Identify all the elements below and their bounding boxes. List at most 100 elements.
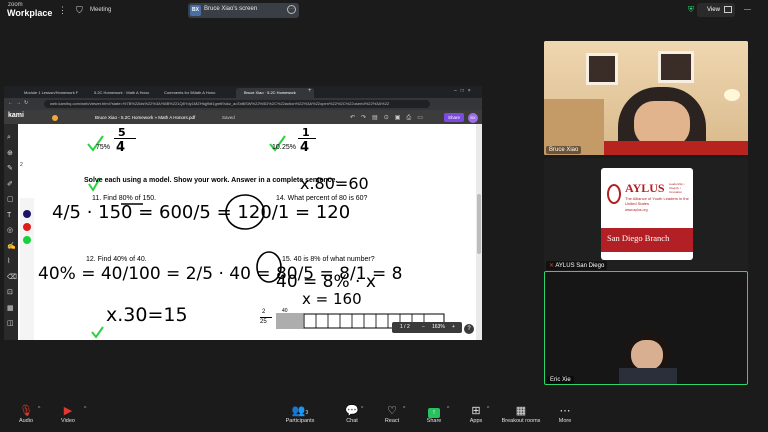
apps-button[interactable]: ⊞ Apps [464,404,488,424]
window-controls-icon[interactable]: –□× [454,88,475,94]
new-tab-icon[interactable]: + [308,88,312,94]
question-11: 11. Find 80% of 150. [92,195,157,202]
minimize-icon[interactable]: — [744,6,751,13]
view-grid-icon [724,6,732,13]
video-button[interactable]: ▶ Video [56,404,80,424]
zoom-level: 163% [432,324,445,330]
scroll-thumb[interactable] [477,194,481,254]
muted-mic-icon: ✕ [549,263,555,269]
url-input[interactable]: web.kamihq.com/web/viewer.html?state=%7B… [44,100,430,108]
apps-icon: ⊞ [471,405,481,417]
window-image [658,51,694,83]
page-indicator: 1 / 2 [400,324,410,330]
hw-q15-line1: 40 = 8% · x [276,272,376,292]
top-left-percent: 75% [96,144,111,151]
tape-diagram-label: 40 [282,308,288,314]
participant-shirt [619,368,677,384]
top-right-percent: 25% [282,144,297,151]
kami-doc-icon [52,115,58,121]
kami-left-toolbar: ⌕ ⊕ ✎ ✐ ▢ T ◎ ✍ ⌇ ⌫ ⊡ ▦ ◫ [4,124,18,340]
torch-icon [607,184,621,204]
kami-breadcrumb: Bruce Xiao - 5.2C Homework » Math A Hono… [95,115,196,120]
chat-icon: 💬 [345,405,359,417]
more-button[interactable]: ⋯ More [554,404,576,424]
fraction-bar [298,138,316,139]
audio-button[interactable]: 🎙 Audio [14,404,38,424]
kami-share-button[interactable]: Share [444,113,464,122]
participant-tile-active[interactable]: Eric Xie [544,271,748,385]
participant-name: ✕ AYLUS San Diego [546,261,608,270]
top-bar [0,0,768,22]
kami-user-avatar[interactable]: BX [468,113,478,123]
breakout-rooms-button[interactable]: ▦ Breakout rooms [498,404,544,424]
fraction-bar [260,317,272,318]
kami-action-icons[interactable]: ↶↷▤⊙▣⎙▭ [350,114,429,122]
window-image [586,53,618,85]
hw-q15-line2: x = 160 [302,290,362,308]
question-12: 12. Find 40% of 40. [86,256,147,263]
pdf-document[interactable]: 5 4 75% 1 4 10. 25% Solve each using a m… [36,124,476,340]
branch-banner: San Diego Branch [601,228,693,252]
share-avatar: BX [190,5,201,16]
kami-logo: kami [8,112,24,119]
tool-icons[interactable]: ⌕ ⊕ ✎ ✐ ▢ T ◎ ✍ ⌇ ⌫ ⊡ ▦ ◫ [7,130,17,332]
video-options-caret[interactable]: ^ [84,406,86,412]
participant-tile[interactable]: AYLUS Leadership • Integrity • Innovatio… [544,158,748,270]
participant-name: Eric Xie [547,376,574,384]
react-button[interactable]: ♡ React [381,404,403,424]
browser-tab-bar: Module 1 Lesson/Homework F 5.2C Homework… [4,86,482,98]
browser-tab[interactable]: Comments for 5Math A Hono [156,88,242,98]
question-14: 14. What percent of 80 is 60? [276,195,368,202]
page-indicator-bar[interactable]: 1 / 2 − 163% + [392,322,462,333]
meeting-label[interactable]: Meeting [90,7,111,13]
zoom-in-icon[interactable]: + [452,322,455,333]
participant-face [631,340,663,370]
shield-icon[interactable]: ⛉ [76,5,83,16]
browser-tab[interactable]: Module 1 Lesson/Homework F [16,88,92,98]
lamp-image [724,89,740,101]
heart-icon: ♡ [387,405,397,417]
video-off-icon: ▶ [63,405,73,417]
aylus-url: www.aylus.org [625,208,648,212]
chat-options-caret[interactable]: ^ [361,406,363,412]
tool-number: 2 [20,162,23,168]
hw-top-right-denominator: 4 [300,140,310,155]
color-palette [20,198,34,340]
participant-name: Bruce Xiao [546,146,582,154]
breakout-rooms-icon: ▦ [515,405,527,417]
browser-tab-active[interactable]: Bruce Xiao · 5.2C Homework [236,88,314,98]
question-15: 15. 40 is 8% of what number? [282,256,375,263]
encryption-shield-icon[interactable]: ⛨ [688,5,697,15]
participant-tile[interactable]: Bruce Xiao [544,41,748,155]
share-options-icon[interactable]: ⋯ [287,5,296,14]
shared-screen: Module 1 Lesson/Homework F 5.2C Homework… [4,86,482,340]
share-title: Bruce Xiao's screen [204,6,258,12]
nav-arrows-icon[interactable]: ←→↻ [8,100,31,106]
participant-shirt [604,141,748,155]
help-icon[interactable]: ? [464,324,474,334]
zoom-out-icon[interactable]: − [422,322,425,333]
fraction-bar [114,138,136,139]
color-navy[interactable] [23,210,31,218]
color-green[interactable] [23,236,31,244]
view-label: View [707,7,720,13]
share-button[interactable]: ↑ Share [423,404,445,424]
audio-options-caret[interactable]: ^ [38,406,40,412]
chat-button[interactable]: 💬 Chat [341,404,363,424]
zoom-brand-bottom: Workplace [7,8,53,18]
mic-muted-icon: 🎙 [19,405,33,417]
participants-button[interactable]: 👥3 Participants [282,404,318,424]
share-options-caret[interactable]: ^ [447,406,449,412]
apps-options-caret[interactable]: ^ [487,406,489,412]
saved-status: Saved [222,115,235,120]
browser-tab[interactable]: 5.2C Homework · Math A Hono [86,88,162,98]
color-red[interactable] [23,223,31,231]
hw-q14-work: x.80=60 [300,174,369,193]
hw-top-left-denominator: 4 [116,140,126,155]
aylus-tagline: The Alliance of Youth Leaders in the Uni… [625,196,689,206]
doc-scrollbar[interactable] [476,124,482,340]
participants-icon: 👥3 [291,405,309,417]
share-screen-icon: ↑ [423,404,445,418]
menu-dots-icon[interactable]: ⋮ [58,5,67,16]
react-options-caret[interactable]: ^ [403,406,405,412]
